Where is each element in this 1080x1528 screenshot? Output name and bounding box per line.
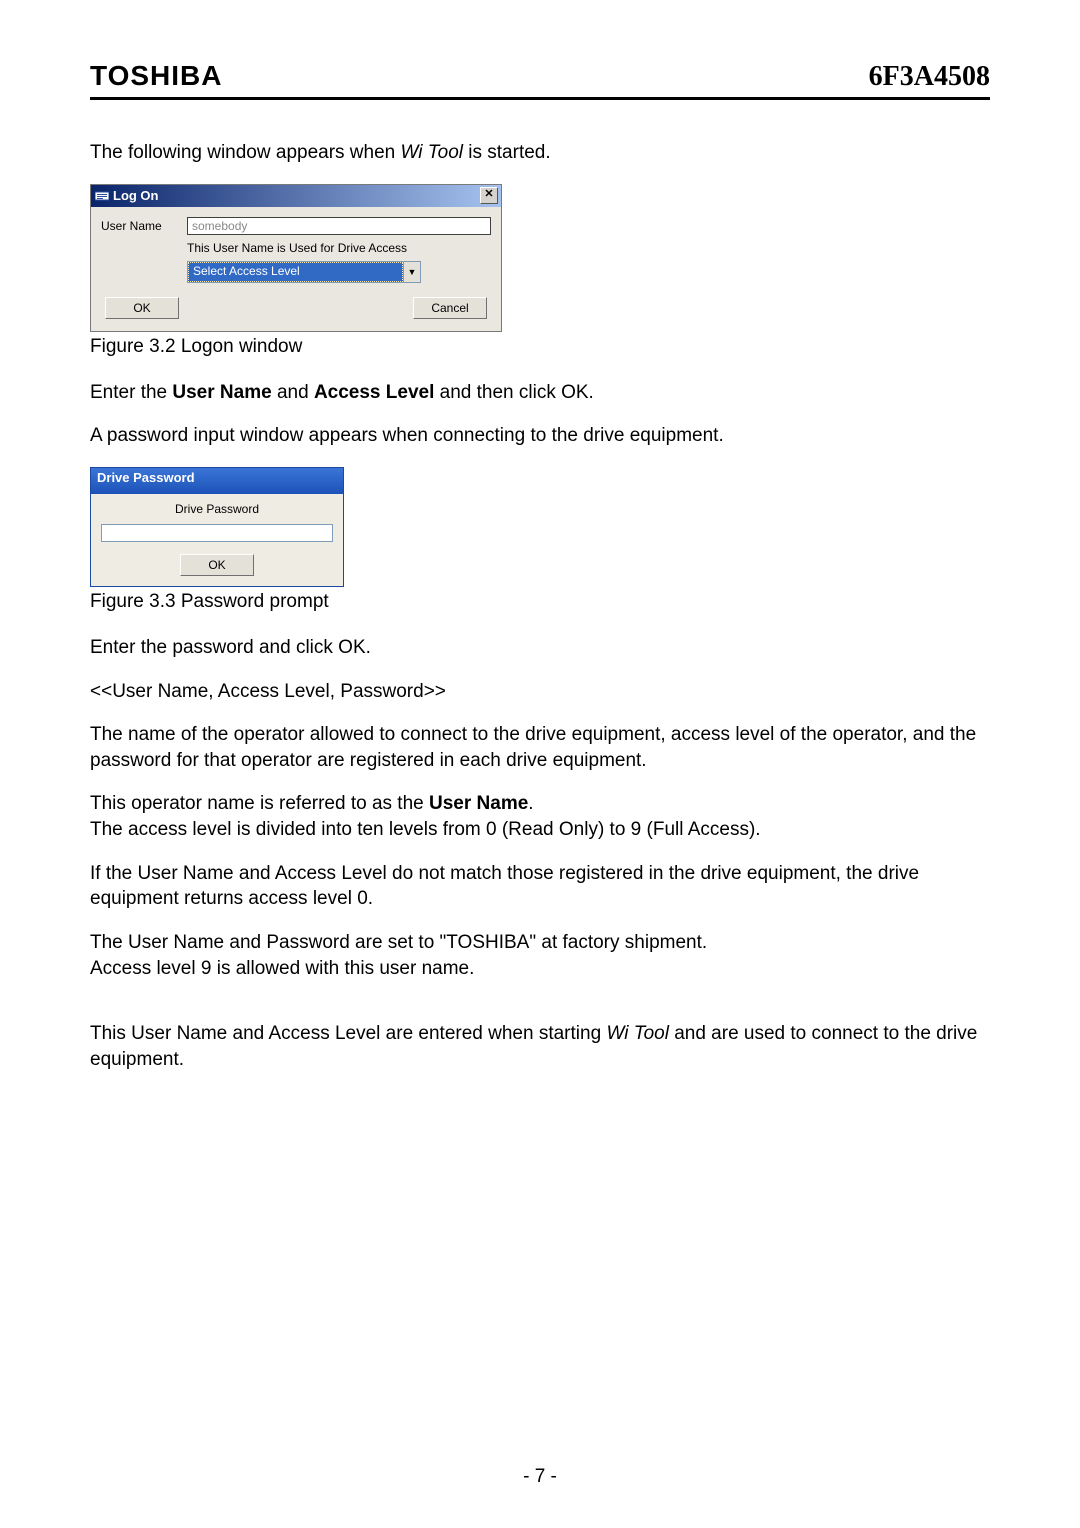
p-factory2: Access level 9 is allowed with this user… bbox=[90, 956, 990, 982]
p-enter-pwd: Enter the password and click OK. bbox=[90, 635, 990, 661]
enter-p1: Enter the bbox=[90, 382, 172, 403]
enter-p2: and bbox=[272, 382, 314, 403]
p-user-name-line: This operator name is referred to as the… bbox=[90, 791, 990, 817]
cancel-button[interactable]: Cancel bbox=[413, 297, 487, 319]
p-levels: The access level is divided into ten lev… bbox=[90, 817, 990, 843]
un-p2: . bbox=[528, 793, 533, 814]
p-final: This User Name and Access Level are ente… bbox=[90, 1021, 990, 1072]
figure-3-3-caption: Figure 3.3 Password prompt bbox=[90, 591, 990, 613]
drive-password-label: Drive Password bbox=[101, 502, 333, 516]
enter-b2: Access Level bbox=[314, 382, 434, 403]
intro-text: The following window appears when Wi Too… bbox=[90, 140, 990, 166]
un-p1: This operator name is referred to as the bbox=[90, 793, 429, 814]
drive-password-dialog: Drive Password Drive Password OK bbox=[90, 467, 344, 587]
chevron-down-icon[interactable]: ▼ bbox=[403, 262, 420, 282]
access-level-select[interactable]: Select Access Level ▼ bbox=[187, 261, 421, 283]
figure-3-2-caption: Figure 3.2 Logon window bbox=[90, 336, 990, 358]
enter-p3: and then click OK. bbox=[434, 382, 593, 403]
logon-titlebar: Log On ✕ bbox=[91, 185, 501, 207]
logon-title-text: Log On bbox=[113, 188, 159, 203]
p-bracket: <<User Name, Access Level, Password>> bbox=[90, 679, 990, 705]
document-code: 6F3A4508 bbox=[869, 61, 990, 93]
tool-name: Wi Tool bbox=[401, 142, 463, 163]
p-factory1: The User Name and Password are set to "T… bbox=[90, 930, 990, 956]
enter-b1: User Name bbox=[172, 382, 271, 403]
user-name-hint: This User Name is Used for Drive Access bbox=[187, 241, 491, 255]
p-desc: The name of the operator allowed to conn… bbox=[90, 722, 990, 773]
user-name-label: User Name bbox=[101, 219, 175, 233]
final-i1: Wi Tool bbox=[606, 1023, 668, 1044]
p-mismatch: If the User Name and Access Level do not… bbox=[90, 861, 990, 912]
access-level-placeholder: Select Access Level bbox=[188, 262, 403, 282]
drive-password-titlebar: Drive Password bbox=[91, 468, 343, 494]
drive-password-ok-button[interactable]: OK bbox=[180, 554, 254, 576]
page-header: TOSHIBA 6F3A4508 bbox=[90, 60, 990, 100]
document-page: TOSHIBA 6F3A4508 The following window ap… bbox=[0, 0, 1080, 1528]
page-number: - 7 - bbox=[0, 1466, 1080, 1488]
brand-logo-text: TOSHIBA bbox=[90, 60, 223, 92]
un-b1: User Name bbox=[429, 793, 528, 814]
final-p1: This User Name and Access Level are ente… bbox=[90, 1023, 606, 1044]
app-icon bbox=[95, 190, 109, 202]
intro-suffix: is started. bbox=[463, 142, 551, 163]
intro-prefix: The following window appears when bbox=[90, 142, 401, 163]
pwd-intro: A password input window appears when con… bbox=[90, 423, 990, 449]
drive-password-input[interactable] bbox=[101, 524, 333, 542]
logon-dialog: Log On ✕ User Name somebody This User Na… bbox=[90, 184, 502, 332]
ok-button[interactable]: OK bbox=[105, 297, 179, 319]
user-name-input[interactable]: somebody bbox=[187, 217, 491, 235]
close-button[interactable]: ✕ bbox=[480, 187, 498, 204]
enter-line: Enter the User Name and Access Level and… bbox=[90, 380, 990, 406]
